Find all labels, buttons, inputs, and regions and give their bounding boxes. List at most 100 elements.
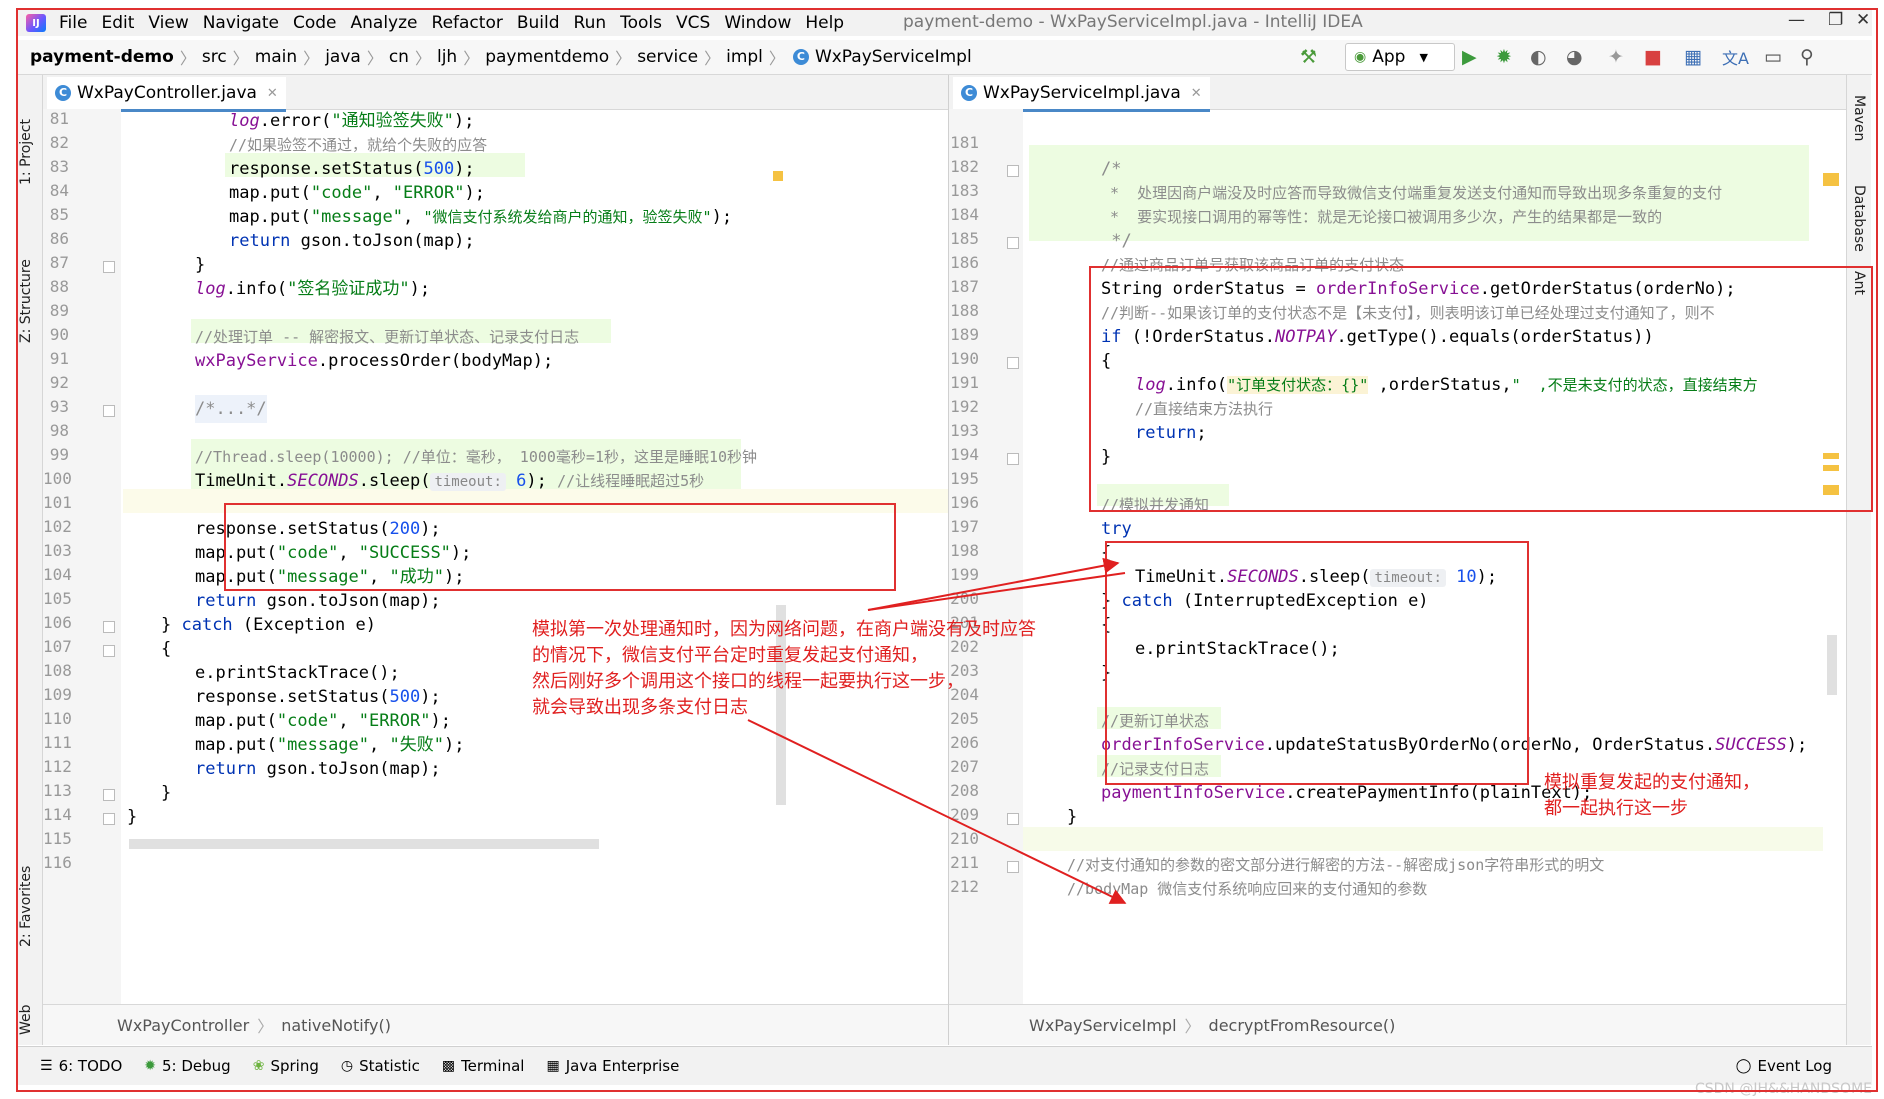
intellij-logo-icon: IJ (26, 14, 46, 32)
menu-view[interactable]: View (141, 13, 195, 33)
scrollbar-vertical[interactable] (1827, 635, 1837, 695)
breadcrumb-method[interactable]: decryptFromResource() (1209, 1016, 1396, 1035)
breadcrumb-java[interactable]: java (319, 47, 367, 67)
left-code-area[interactable]: 81 82 83 84 85 86 87 88 89 90 91 92 93 9… (43, 109, 948, 1005)
tool-event-log[interactable]: ◯ Event Log (1736, 1057, 1832, 1075)
run-config-label: App (1372, 47, 1406, 67)
tool-terminal[interactable]: ▩ Terminal (442, 1057, 525, 1075)
tool-web[interactable]: Web (18, 1004, 34, 1035)
tool-structure[interactable]: Z: Structure (18, 259, 34, 343)
fold-marker-icon[interactable] (103, 813, 115, 825)
fold-marker-icon[interactable] (1007, 861, 1019, 873)
menu-refactor[interactable]: Refactor (425, 13, 510, 33)
right-code-area[interactable]: 181 182 183 184 185 186 187 188 189 190 … (949, 109, 1846, 1005)
search-icon[interactable]: ⚲ (1800, 44, 1814, 70)
maximize-icon[interactable]: ❐ (1828, 10, 1843, 30)
chevron-right-icon: 〉 (303, 49, 320, 68)
tool-todo[interactable]: ☰ 6: TODO (40, 1057, 122, 1075)
breadcrumb-method[interactable]: nativeNotify() (281, 1016, 391, 1035)
tool-database[interactable]: Database (1851, 185, 1867, 252)
chevron-right-icon: 〉 (179, 49, 196, 68)
project-structure-icon[interactable]: ▦ (1684, 44, 1702, 70)
presentation-icon[interactable]: ▭ (1764, 44, 1782, 70)
debug-icon[interactable]: ✹ (1496, 44, 1512, 70)
breadcrumb-class[interactable]: WxPayServiceImpl (1029, 1016, 1177, 1035)
breadcrumb-main[interactable]: main (249, 47, 303, 67)
menu-code[interactable]: Code (286, 13, 344, 33)
tab-label: WxPayServiceImpl.java (983, 83, 1181, 103)
code-line-193: return; (1135, 423, 1207, 443)
tool-maven[interactable]: Maven (1851, 95, 1867, 141)
profile-icon[interactable]: ◕ (1566, 44, 1583, 70)
code-line-200: } catch (InterruptedException e) (1101, 591, 1429, 611)
translate-icon[interactable]: 文A (1722, 44, 1749, 70)
breadcrumb-paymentdemo[interactable]: paymentdemo (479, 47, 615, 67)
watermark: CSDN @JH&&HANDSOME (1694, 1081, 1872, 1097)
warning-marker[interactable] (773, 171, 783, 181)
breadcrumb-class[interactable]: WxPayController (117, 1016, 249, 1035)
change-marker[interactable] (1823, 453, 1839, 459)
code-line-202: e.printStackTrace(); (1135, 639, 1340, 659)
code-line-208: paymentInfoService.createPaymentInfo(pla… (1101, 783, 1593, 803)
fold-marker-icon[interactable] (103, 621, 115, 633)
tool-ant[interactable]: Ant (1851, 271, 1867, 295)
close-tab-icon[interactable]: ✕ (267, 86, 278, 101)
change-marker[interactable] (1823, 465, 1839, 471)
menu-bar: IJ File Edit View Navigate Code Analyze … (18, 10, 1872, 36)
stop-icon[interactable]: ■ (1644, 44, 1662, 70)
breadcrumb-project[interactable]: payment-demo (18, 47, 180, 67)
code-line-113: } (161, 783, 172, 803)
bottom-tool-bar: ☰ 6: TODO ✹ 5: Debug ❀ Spring ◷ Statistic ▩ T… (18, 1046, 1872, 1085)
menu-vcs[interactable]: VCS (669, 13, 717, 33)
tool-java-enterprise[interactable]: ▦ Java Enterprise (546, 1057, 679, 1075)
breadcrumb-class[interactable]: WxPayServiceImpl (815, 47, 978, 67)
minimize-icon[interactable]: — (1788, 10, 1805, 30)
tool-debug[interactable]: ✹ 5: Debug (144, 1057, 230, 1075)
breadcrumb-service[interactable]: service (631, 47, 704, 67)
tab-wxpayserviceimpl[interactable]: C WxPayServiceImpl.java ✕ (953, 77, 1210, 112)
close-icon[interactable]: ✕ (1856, 10, 1870, 30)
menu-run[interactable]: Run (567, 13, 614, 33)
breadcrumb-impl[interactable]: impl (720, 47, 769, 67)
fold-marker-icon[interactable] (103, 789, 115, 801)
breadcrumb-src[interactable]: src (196, 47, 233, 67)
run-icon[interactable]: ▶ (1462, 44, 1477, 70)
spring-icon: ❀ (252, 1058, 265, 1074)
close-tab-icon[interactable]: ✕ (1191, 86, 1202, 101)
tool-project[interactable]: 1: Project (18, 119, 34, 185)
change-marker[interactable] (1823, 183, 1839, 186)
class-icon: C (792, 49, 809, 65)
breadcrumb-ljh[interactable]: ljh (431, 47, 463, 67)
build-hammer-icon[interactable]: ⚒ (1300, 44, 1317, 70)
code-line-93[interactable]: /*...*/ (195, 395, 267, 423)
coverage-icon[interactable]: ◐ (1530, 44, 1547, 70)
chevron-right-icon: 〉 (768, 49, 785, 68)
menu-navigate[interactable]: Navigate (196, 13, 286, 33)
menu-edit[interactable]: Edit (94, 13, 141, 33)
menu-tools[interactable]: Tools (613, 13, 669, 33)
menu-window[interactable]: Window (717, 13, 798, 33)
fold-marker-icon[interactable] (1007, 813, 1019, 825)
fold-marker-icon[interactable] (103, 405, 115, 417)
menu-build[interactable]: Build (510, 13, 567, 33)
tool-favorites[interactable]: 2: Favorites (18, 866, 34, 947)
breadcrumb-cn[interactable]: cn (383, 47, 415, 67)
chevron-right-icon: 〉 (366, 49, 383, 68)
fold-marker-icon[interactable] (103, 261, 115, 273)
menu-file[interactable]: File (52, 13, 94, 33)
menu-analyze[interactable]: Analyze (344, 13, 425, 33)
fold-marker-icon[interactable] (103, 645, 115, 657)
right-editor-pane: C WxPayServiceImpl.java ✕ 181 182 183 18… (948, 75, 1846, 1045)
tool-statistic[interactable]: ◷ Statistic (341, 1057, 420, 1075)
scrollbar-horizontal[interactable] (129, 839, 599, 849)
attach-icon[interactable]: ✦ (1608, 44, 1624, 70)
fold-marker-icon[interactable] (1007, 237, 1019, 249)
run-config-dropdown[interactable]: ◉ App ▼ (1345, 43, 1455, 71)
change-marker[interactable] (1823, 485, 1839, 495)
fold-marker-icon[interactable] (1007, 165, 1019, 177)
fold-marker-icon[interactable] (1007, 453, 1019, 465)
window-title: payment-demo - WxPayServiceImpl.java - I… (903, 12, 1363, 32)
tool-spring[interactable]: ❀ Spring (253, 1057, 319, 1075)
fold-marker-icon[interactable] (1007, 357, 1019, 369)
menu-help[interactable]: Help (798, 13, 851, 33)
